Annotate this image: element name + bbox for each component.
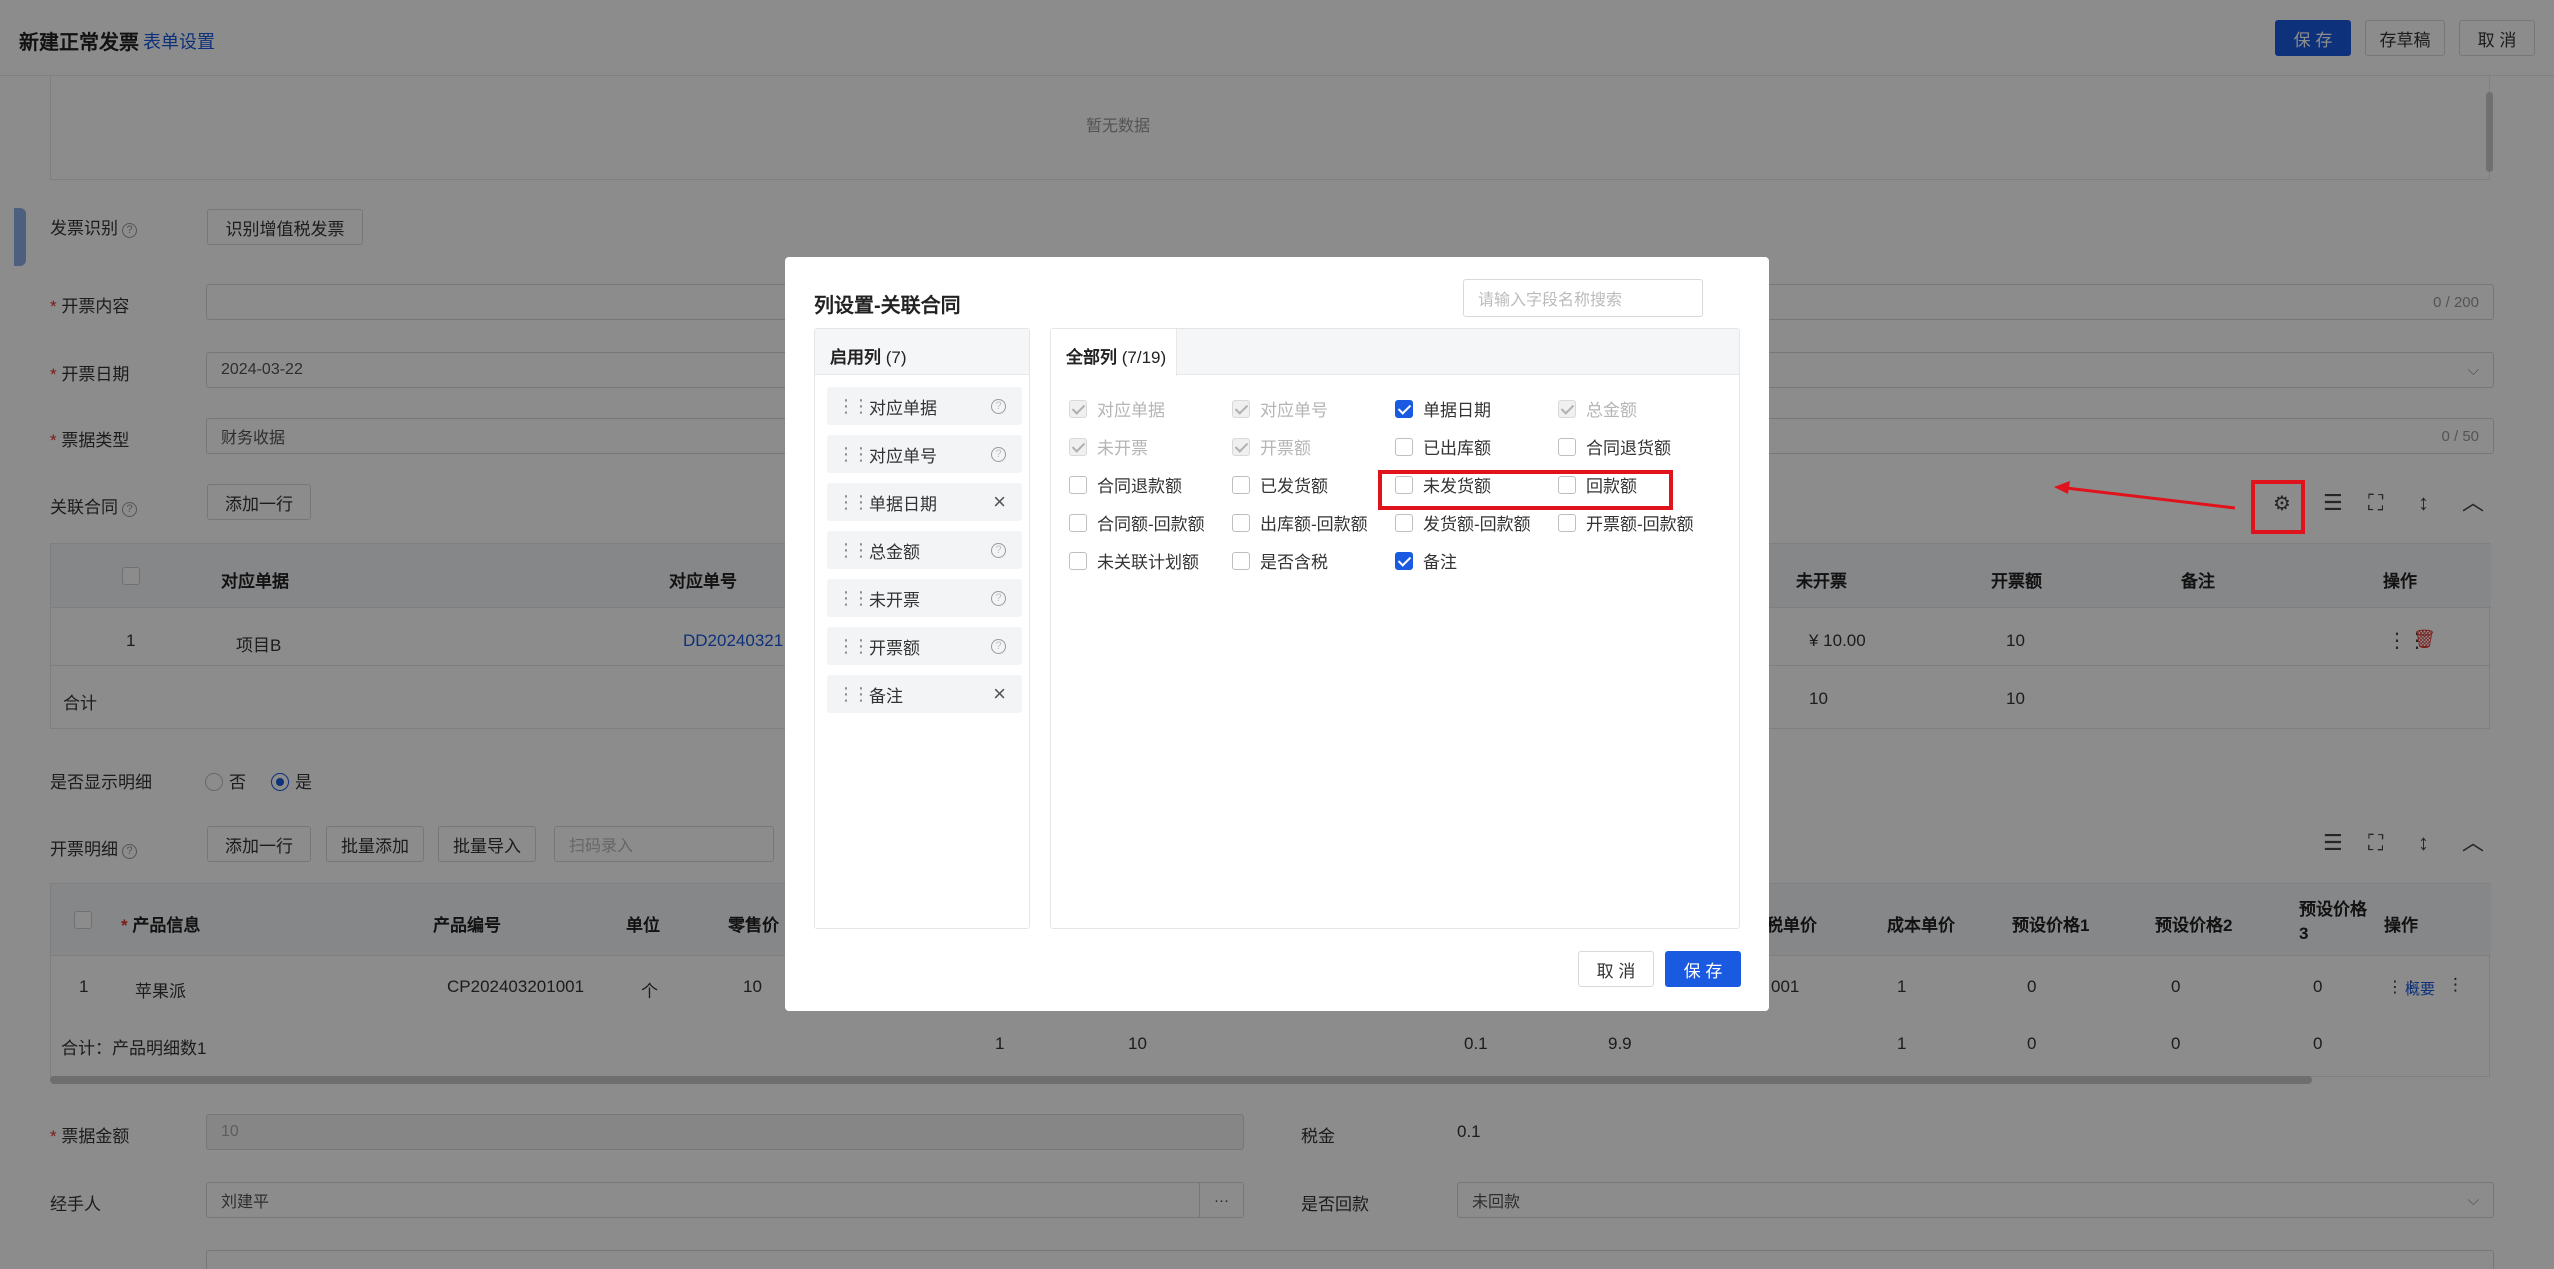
checkbox-label: 单据日期 [1423,401,1491,420]
drag-handle-icon[interactable]: ⋮⋮ [837,445,870,463]
enabled-columns-panel: 启用列 (7) ⋮⋮ 对应单据? ⋮⋮ 对应单号? ⋮⋮ 单据日期 × ⋮⋮ 总金额? ⋮⋮ 未开票… [814,328,1030,929]
drag-handle-icon[interactable]: ⋮⋮ [837,397,870,415]
checkbox[interactable] [1232,475,1250,494]
column-checkbox-item[interactable]: 单据日期 [1395,396,1491,421]
column-checkbox-item: 对应单据 [1069,396,1165,421]
close-icon[interactable]: × [993,491,1006,513]
help-icon: ? [991,446,1006,462]
checkbox-label: 对应单号 [1260,401,1328,420]
help-icon: ? [991,398,1006,414]
column-settings-modal: 列设置-关联合同 请输入字段名称搜索 启用列 (7) ⋮⋮ 对应单据? ⋮⋮ 对应单号… [785,257,1769,1011]
enabled-column-item[interactable]: ⋮⋮ 未开票? [827,579,1022,617]
column-checkbox-item[interactable]: 已发货额 [1232,472,1328,497]
drag-handle-icon[interactable]: ⋮⋮ [837,637,870,655]
checkbox [1232,437,1250,456]
enabled-tab: 启用列 (7) [830,348,907,367]
all-tab-label: 全部列 (7/19) [1066,348,1167,367]
field-search-input[interactable]: 请输入字段名称搜索 [1463,279,1703,317]
checkbox-label: 已出库额 [1423,439,1491,458]
checkbox-label: 备注 [1423,553,1457,572]
drag-handle-icon[interactable]: ⋮⋮ [837,589,870,607]
checkbox-label: 对应单据 [1097,401,1165,420]
enabled-column-label: 开票额 [869,638,920,658]
column-checkbox-item[interactable]: 备注 [1395,548,1457,573]
help-icon: ? [991,542,1006,558]
checkbox-label: 合同退货额 [1586,439,1671,458]
checkbox [1232,399,1250,418]
checkbox[interactable] [1395,437,1413,456]
checkbox[interactable] [1395,399,1413,418]
enabled-column-item[interactable]: ⋮⋮ 开票额? [827,627,1022,665]
enabled-column-item[interactable]: ⋮⋮ 对应单号? [827,435,1022,473]
column-checkbox-item[interactable]: 是否含税 [1232,548,1328,573]
checkbox[interactable] [1069,551,1087,570]
modal-title: 列设置-关联合同 [814,295,961,317]
settings-highlight-box-overlay [2251,480,2305,534]
enabled-column-item[interactable]: ⋮⋮ 备注 × [827,675,1022,713]
drag-handle-icon[interactable]: ⋮⋮ [837,541,870,559]
checkbox-label: 是否含税 [1260,553,1328,572]
checkbox [1558,399,1576,418]
checkbox-label: 未开票 [1097,439,1148,458]
checkbox-label: 合同额-回款额 [1097,515,1205,534]
annotation-arrow [2054,481,2236,510]
enabled-column-label: 单据日期 [869,494,937,514]
help-icon: ? [991,590,1006,606]
checkbox[interactable] [1558,437,1576,456]
help-icon: ? [991,638,1006,654]
checkbox [1069,437,1087,456]
checkbox[interactable] [1558,513,1576,532]
checkbox[interactable] [1395,513,1413,532]
column-checkbox-item: 未开票 [1069,434,1148,459]
column-checkbox-item: 开票额 [1232,434,1311,459]
column-checkbox-item[interactable]: 合同退货额 [1558,434,1671,459]
checkbox[interactable] [1232,513,1250,532]
highlight-box [1378,470,1673,510]
column-checkbox-item[interactable]: 未关联计划额 [1069,548,1199,573]
enabled-column-item[interactable]: ⋮⋮ 单据日期 × [827,483,1022,521]
close-icon[interactable]: × [993,683,1006,705]
checkbox-label: 总金额 [1586,401,1637,420]
enabled-column-item[interactable]: ⋮⋮ 对应单据? [827,387,1022,425]
checkbox-label: 未关联计划额 [1097,553,1199,572]
enabled-column-label: 备注 [869,686,903,706]
column-checkbox-item[interactable]: 发货额-回款额 [1395,510,1531,535]
column-checkbox-item[interactable]: 出库额-回款额 [1232,510,1368,535]
checkbox-label: 合同退款额 [1097,477,1182,496]
checkbox[interactable] [1395,551,1413,570]
checkbox[interactable] [1069,475,1087,494]
column-checkbox-item[interactable]: 合同额-回款额 [1069,510,1205,535]
checkbox-label: 出库额-回款额 [1260,515,1368,534]
checkbox[interactable] [1232,551,1250,570]
checkbox[interactable] [1069,513,1087,532]
checkbox-label: 开票额-回款额 [1586,515,1694,534]
checkbox-label: 已发货额 [1260,477,1328,496]
modal-save-button[interactable]: 保 存 [1665,951,1741,987]
all-columns-panel: 全部列 (7/19) 对应单据 对应单号 单据日期 总金额未开票 开票额 已出库额 合同退货… [1050,328,1740,929]
column-checkbox-item: 总金额 [1558,396,1637,421]
checkbox-label: 开票额 [1260,439,1311,458]
column-checkbox-item[interactable]: 已出库额 [1395,434,1491,459]
enabled-column-label: 未开票 [869,590,920,610]
drag-handle-icon[interactable]: ⋮⋮ [837,493,870,511]
column-checkbox-item: 对应单号 [1232,396,1328,421]
modal-cancel-button[interactable]: 取 消 [1578,951,1654,987]
drag-handle-icon[interactable]: ⋮⋮ [837,685,870,703]
enabled-column-label: 对应单据 [869,398,937,418]
column-checkbox-item[interactable]: 合同退款额 [1069,472,1182,497]
checkbox-label: 发货额-回款额 [1423,515,1531,534]
enabled-column-label: 对应单号 [869,446,937,466]
checkbox [1069,399,1087,418]
column-checkbox-item[interactable]: 开票额-回款额 [1558,510,1694,535]
enabled-column-label: 总金额 [869,542,920,562]
enabled-column-item[interactable]: ⋮⋮ 总金额? [827,531,1022,569]
